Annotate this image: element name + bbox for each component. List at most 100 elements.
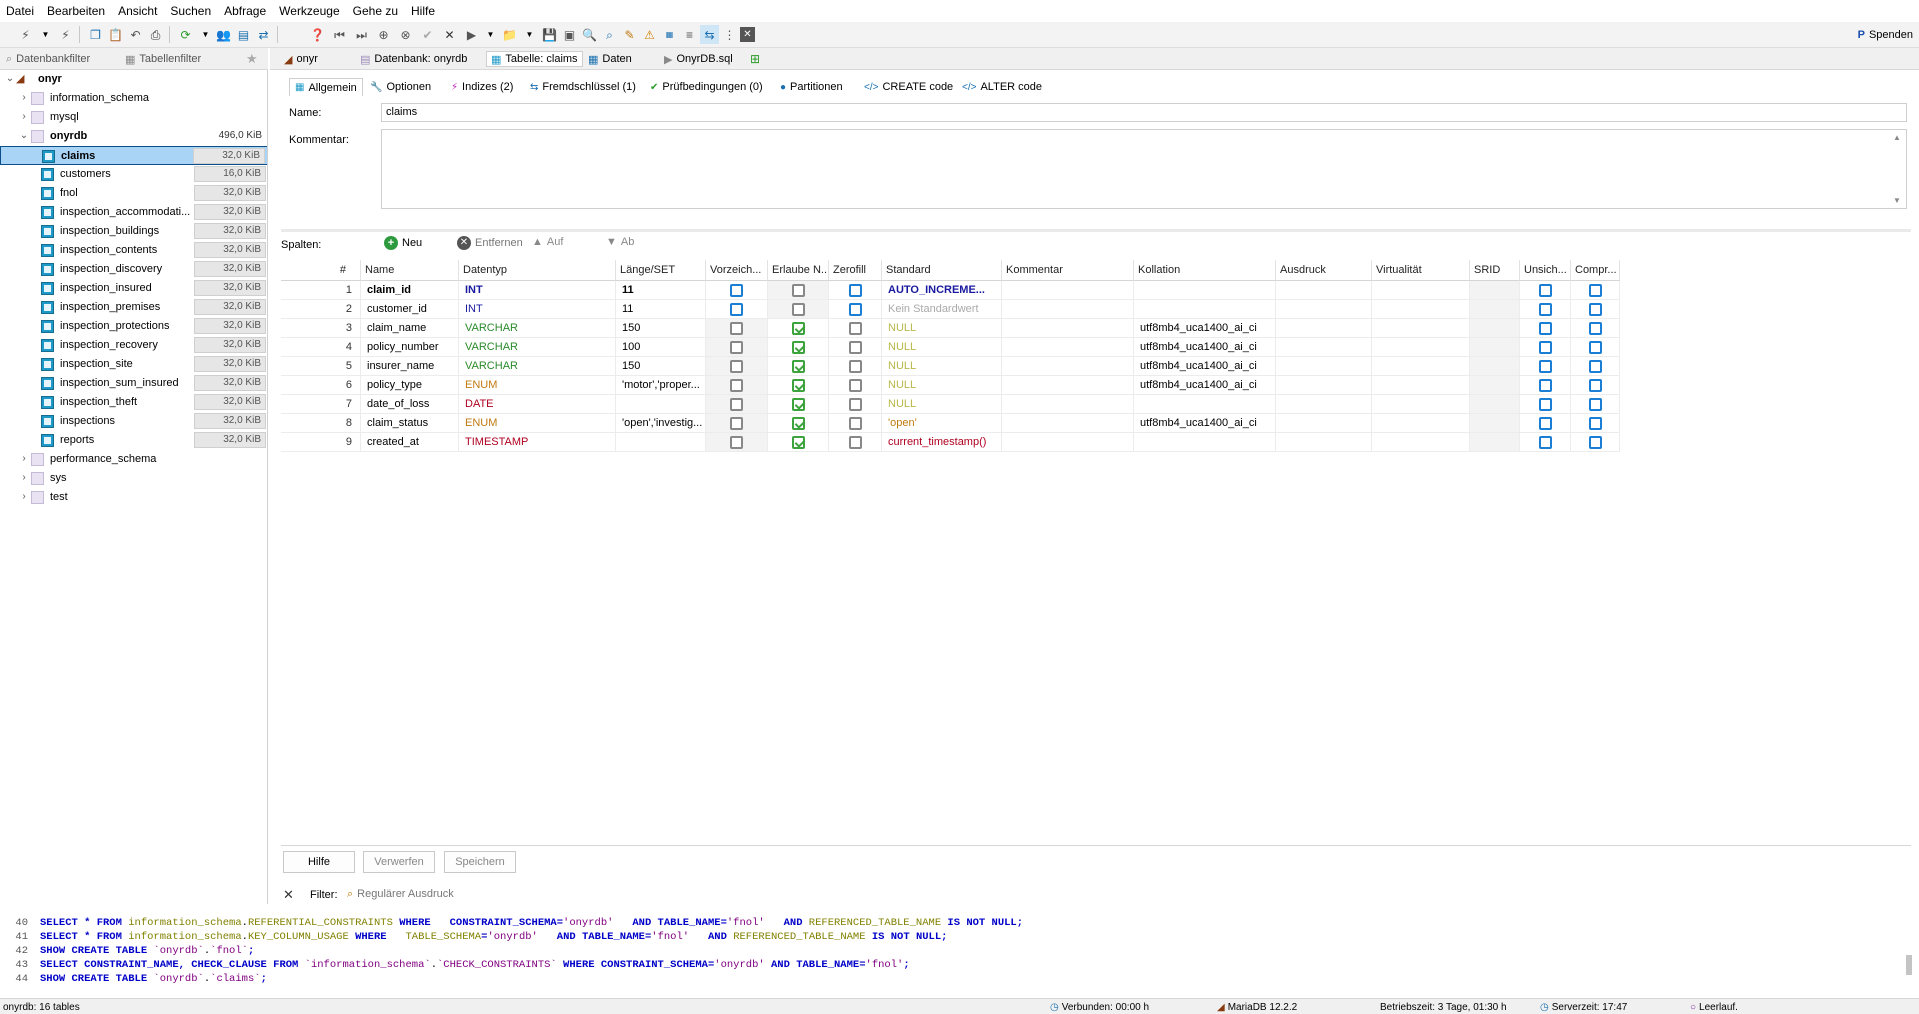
cell-unsigned[interactable] <box>706 300 768 319</box>
menu-suchen[interactable]: Suchen <box>170 4 211 18</box>
sql-line[interactable]: 40 SELECT * FROM information_schema.REFER… <box>0 916 1023 930</box>
cell-null[interactable] <box>768 357 829 376</box>
row-number[interactable]: 4 <box>281 338 361 357</box>
column-type[interactable]: DATE <box>459 395 616 414</box>
add-column-button[interactable]: + Neu <box>384 236 422 250</box>
column-default[interactable]: current_timestamp() <box>882 433 1002 452</box>
sql-log-scrollbar[interactable] <box>1906 955 1912 975</box>
null-checkbox[interactable] <box>792 341 805 354</box>
column-default[interactable]: NULL <box>882 319 1002 338</box>
cell-unsigned[interactable] <box>706 357 768 376</box>
cell-unsigned[interactable] <box>706 433 768 452</box>
compressed-checkbox[interactable] <box>1589 417 1602 430</box>
column-virtuality[interactable] <box>1372 357 1470 376</box>
column-default[interactable]: AUTO_INCREME... <box>882 281 1002 300</box>
tree-db-information_schema[interactable]: › information_schema <box>0 89 267 108</box>
column-srid[interactable] <box>1470 319 1520 338</box>
column-comment[interactable] <box>1002 357 1134 376</box>
null-checkbox[interactable] <box>792 436 805 449</box>
column-srid[interactable] <box>1470 414 1520 433</box>
column-collation[interactable] <box>1134 395 1276 414</box>
column-collation[interactable] <box>1134 281 1276 300</box>
compressed-checkbox[interactable] <box>1589 360 1602 373</box>
expand-arrow-icon[interactable]: › <box>19 92 29 103</box>
tree-table-inspection_premises[interactable]: inspection_premises 32,0 KiB <box>0 298 267 317</box>
row-number[interactable]: 6 <box>281 376 361 395</box>
doc-tab-1[interactable]: ▤ Datenbank: onyrdb <box>360 51 467 67</box>
cell-zerofill[interactable] <box>829 357 882 376</box>
menu-bearbeiten[interactable]: Bearbeiten <box>47 4 105 18</box>
column-header[interactable]: Standard <box>882 260 1002 281</box>
column-expression[interactable] <box>1276 433 1372 452</box>
column-name[interactable]: claim_name <box>361 319 459 338</box>
post-record-icon[interactable]: ✔ <box>418 25 437 44</box>
column-virtuality[interactable] <box>1372 300 1470 319</box>
cell-compressed[interactable] <box>1571 357 1620 376</box>
cell-invisible[interactable] <box>1520 395 1571 414</box>
sql-line[interactable]: 41 SELECT * FROM information_schema.KEY_C… <box>0 930 947 944</box>
binary-icon[interactable]: ▦ <box>660 25 679 44</box>
tree-table-inspection_discovery[interactable]: inspection_discovery 32,0 KiB <box>0 260 267 279</box>
table-row[interactable]: 6 policy_type ENUM'motor','proper... NULL ut… <box>281 376 1620 395</box>
unsigned-checkbox[interactable] <box>730 436 743 449</box>
help-icon[interactable]: ❓ <box>308 25 327 44</box>
donate-button[interactable]: P Spenden <box>1858 25 1913 45</box>
zerofill-checkbox[interactable] <box>849 398 862 411</box>
column-default[interactable]: 'open' <box>882 414 1002 433</box>
row-number[interactable]: 8 <box>281 414 361 433</box>
column-name[interactable]: claim_status <box>361 414 459 433</box>
cell-null[interactable] <box>768 281 829 300</box>
undo-icon[interactable]: ↶ <box>126 25 145 44</box>
column-comment[interactable] <box>1002 433 1134 452</box>
column-length[interactable]: 'motor','proper... <box>616 376 706 395</box>
zerofill-checkbox[interactable] <box>849 379 862 392</box>
tree-db-onyrdb[interactable]: ⌄ onyrdb 496,0 KiB <box>0 127 267 146</box>
add-record-icon[interactable]: ⊕ <box>374 25 393 44</box>
zerofill-checkbox[interactable] <box>849 436 862 449</box>
invisible-checkbox[interactable] <box>1539 436 1552 449</box>
invisible-checkbox[interactable] <box>1539 360 1552 373</box>
column-virtuality[interactable] <box>1372 376 1470 395</box>
invisible-checkbox[interactable] <box>1539 417 1552 430</box>
invisible-checkbox[interactable] <box>1539 398 1552 411</box>
column-name[interactable]: claim_id <box>361 281 459 300</box>
table-row[interactable]: 9 created_at TIMESTAMP current_timestamp() <box>281 433 1620 452</box>
open-file-icon[interactable]: 📁 <box>500 25 519 44</box>
column-name[interactable]: date_of_loss <box>361 395 459 414</box>
column-collation[interactable]: utf8mb4_uca1400_ai_ci <box>1134 376 1276 395</box>
column-header[interactable]: SRID <box>1470 260 1520 281</box>
column-collation[interactable]: utf8mb4_uca1400_ai_ci <box>1134 338 1276 357</box>
collapse-arrow-icon[interactable]: ⌄ <box>5 73 15 84</box>
tree-db-performance_schema[interactable]: › performance_schema <box>0 450 267 469</box>
cancel-record-icon[interactable]: ✕ <box>440 25 459 44</box>
column-header[interactable]: Erlaube N... <box>768 260 829 281</box>
replace-icon[interactable]: ⌕ <box>600 25 619 44</box>
connect-icon[interactable]: ⚡ <box>16 25 35 44</box>
cell-null[interactable] <box>768 433 829 452</box>
sql-line[interactable]: 42 SHOW CREATE TABLE `onyrdb`.`fnol`; <box>0 944 254 958</box>
tree-table-customers[interactable]: customers 16,0 KiB <box>0 165 267 184</box>
sql-line[interactable]: 44 SHOW CREATE TABLE `onyrdb`.`claims`; <box>0 972 267 986</box>
expand-arrow-icon[interactable]: › <box>19 453 29 464</box>
zerofill-checkbox[interactable] <box>849 284 862 297</box>
sub-tab-alter-code[interactable]: </> ALTER code <box>962 78 1042 96</box>
doc-tab-4[interactable]: ▶ OnyrDB.sql <box>664 51 733 67</box>
scroll-down-icon[interactable]: ▼ <box>1893 196 1901 205</box>
column-type[interactable]: ENUM <box>459 414 616 433</box>
null-checkbox[interactable] <box>792 322 805 335</box>
compressed-checkbox[interactable] <box>1589 303 1602 316</box>
last-record-icon[interactable]: ⏭ <box>352 25 371 44</box>
cell-invisible[interactable] <box>1520 433 1571 452</box>
zerofill-checkbox[interactable] <box>849 322 862 335</box>
null-checkbox[interactable] <box>792 417 805 430</box>
column-expression[interactable] <box>1276 338 1372 357</box>
cell-zerofill[interactable] <box>829 338 882 357</box>
collapse-arrow-icon[interactable]: ⌄ <box>19 130 29 141</box>
column-length[interactable]: 100 <box>616 338 706 357</box>
export-icon[interactable]: ⇄ <box>254 25 273 44</box>
column-comment[interactable] <box>1002 395 1134 414</box>
column-virtuality[interactable] <box>1372 319 1470 338</box>
tree-table-inspection_sum_insured[interactable]: inspection_sum_insured 32,0 KiB <box>0 374 267 393</box>
column-type[interactable]: INT <box>459 281 616 300</box>
sub-tab-create-code[interactable]: </> CREATE code <box>864 78 953 96</box>
